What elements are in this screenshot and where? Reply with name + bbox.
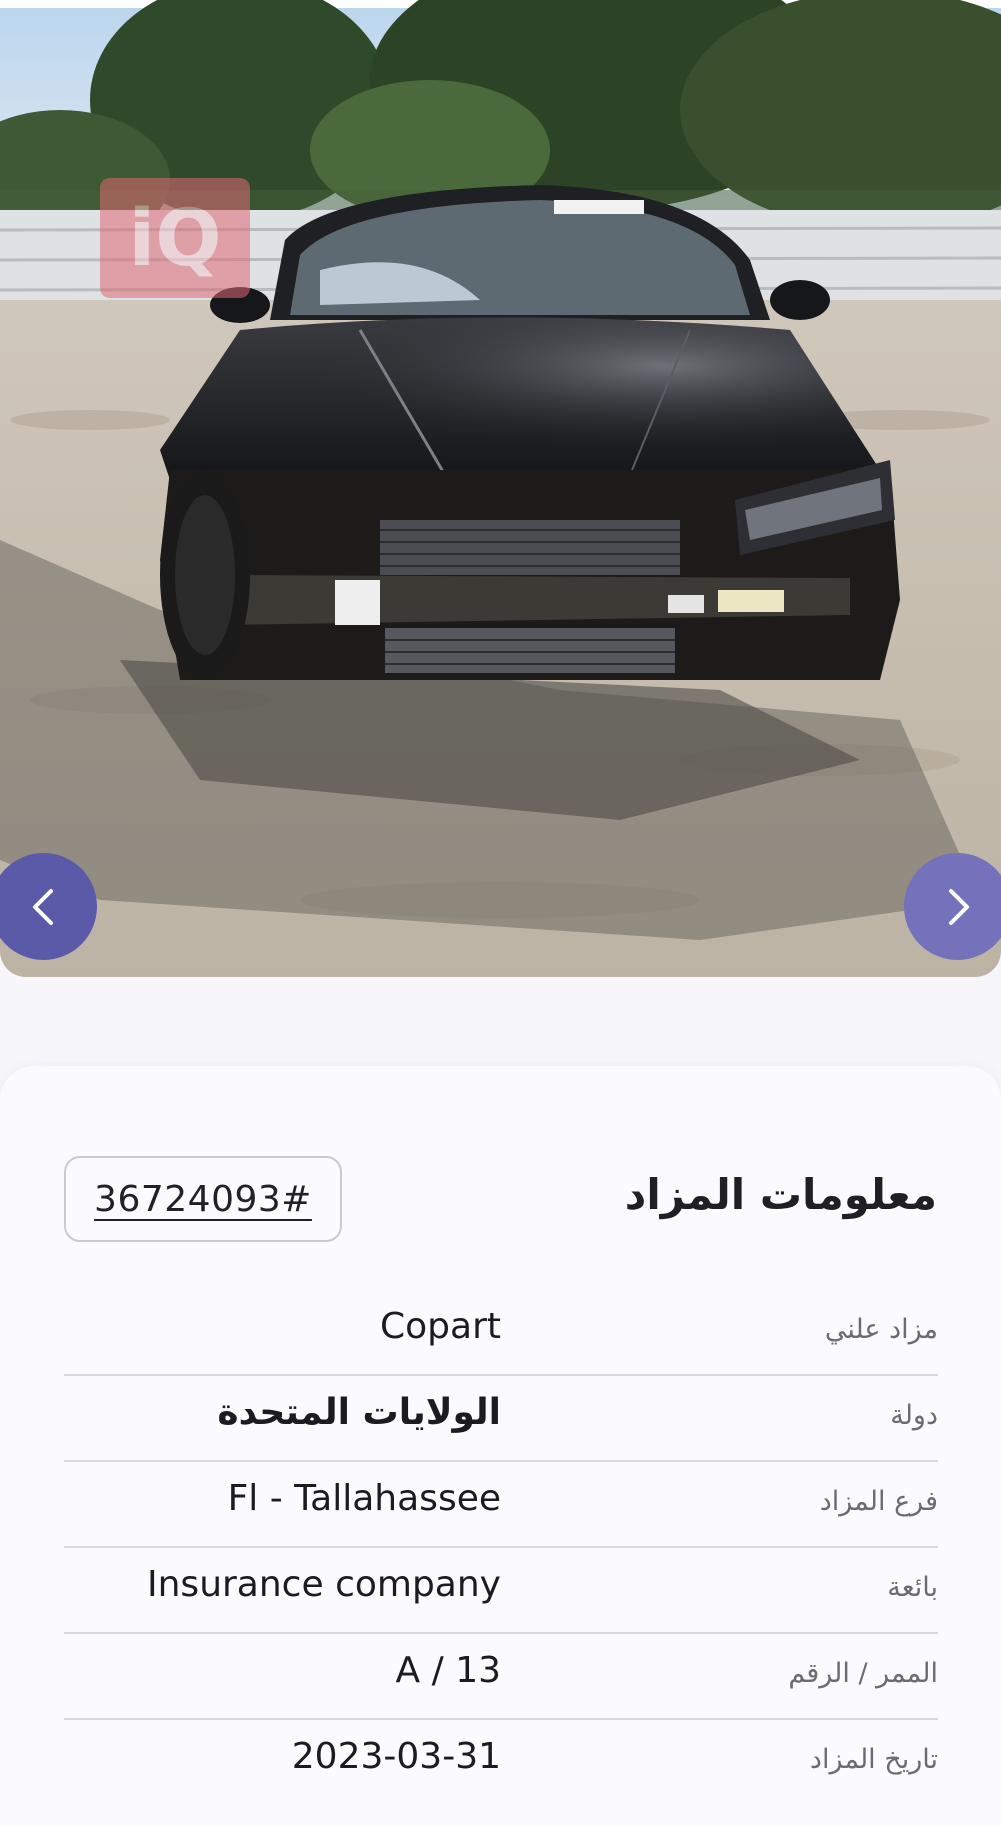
auction-info-title: معلومات المزاد <box>624 1170 937 1219</box>
info-row-date: تاريخ المزاد 2023-03-31 <box>64 1720 938 1806</box>
info-row-country: دولة الولايات المتحدة <box>64 1376 938 1462</box>
chevron-right-icon <box>941 887 975 927</box>
info-value: Insurance company <box>147 1564 501 1605</box>
next-photo-button[interactable] <box>904 853 1001 960</box>
info-label: فرع المزاد <box>819 1486 938 1517</box>
info-label: دولة <box>890 1400 938 1431</box>
lot-number-box[interactable]: 36724093# <box>64 1156 342 1242</box>
info-label: مزاد علني <box>824 1314 938 1345</box>
info-value: A / 13 <box>395 1650 501 1691</box>
info-value: Copart <box>380 1306 501 1347</box>
info-row-lane: الممر / الرقم A / 13 <box>64 1634 938 1720</box>
info-row-branch: فرع المزاد Fl - Tallahassee <box>64 1462 938 1548</box>
info-value: Fl - Tallahassee <box>227 1478 501 1519</box>
info-label: الممر / الرقم <box>788 1658 938 1689</box>
info-row-auction: مزاد علني Copart <box>64 1290 938 1376</box>
car-photo[interactable]: iQ <box>0 0 1001 977</box>
lot-number[interactable]: 36724093# <box>94 1179 312 1220</box>
car-image: iQ <box>0 0 1001 977</box>
watermark-logo: iQ <box>128 194 221 284</box>
info-value: 2023-03-31 <box>291 1736 501 1777</box>
info-label: تاريخ المزاد <box>809 1744 938 1775</box>
info-label: بائعة <box>887 1572 938 1603</box>
chevron-left-icon <box>27 887 61 927</box>
info-row-seller: بائعة Insurance company <box>64 1548 938 1634</box>
auction-info-list: مزاد علني Copart دولة الولايات المتحدة ف… <box>64 1290 938 1806</box>
info-value: الولايات المتحدة <box>217 1392 501 1433</box>
